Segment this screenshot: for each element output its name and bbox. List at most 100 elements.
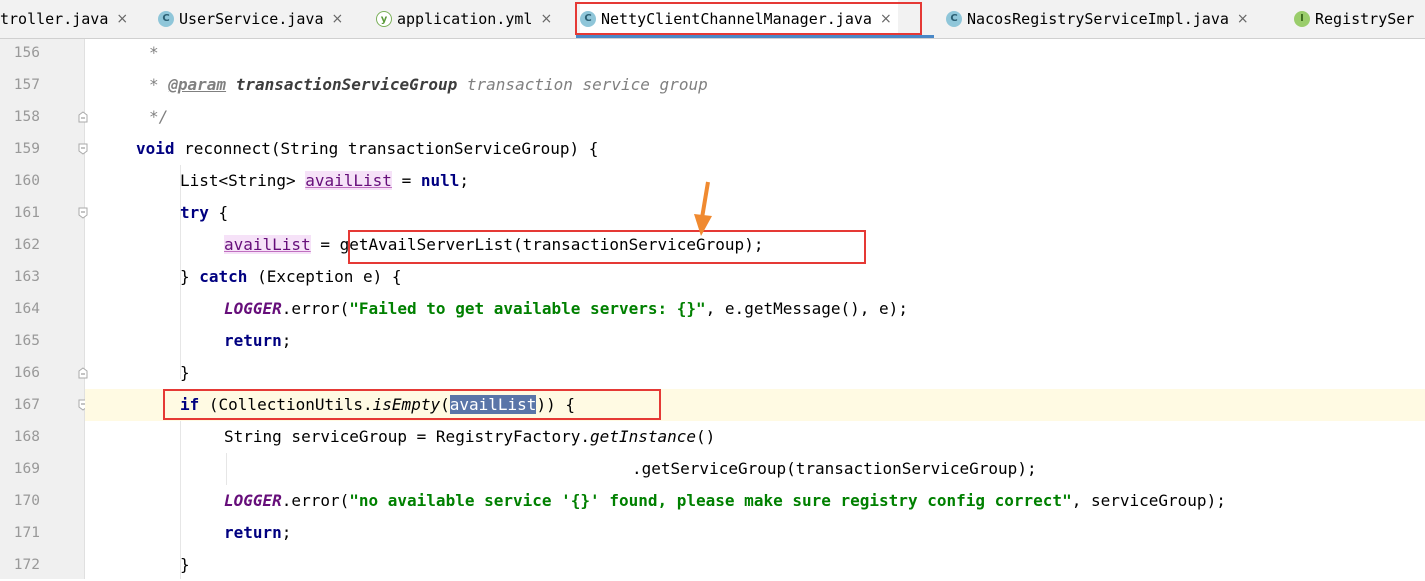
editor-tab-bar: troller.java × C UserService.java × y ap… [0,0,1425,39]
tab-label: NacosRegistryServiceImpl.java [967,10,1229,28]
tab-label: RegistrySer [1315,10,1415,28]
code-line-164[interactable]: LOGGER.error("Failed to get available se… [85,293,1425,325]
code-line-170[interactable]: LOGGER.error("no available service '{}' … [85,485,1425,517]
line-number: 170 [13,493,40,509]
code-text: , serviceGroup); [1071,491,1226,510]
tab-nettyclientchannelmanager-java[interactable]: C NettyClientChannelManager.java × [580,0,898,38]
tab-nacosregistryserviceimpl-java[interactable]: C NacosRegistryServiceImpl.java × [946,0,1249,38]
keyword: catch [199,267,248,286]
code-text: .error( [281,491,350,510]
keyword: if [180,395,200,414]
close-icon[interactable]: × [1237,11,1249,27]
line-number: 164 [13,301,40,317]
code-text: )) { [536,395,575,414]
code-line-167[interactable]: if (CollectionUtils.isEmpty(availList)) … [85,389,1425,421]
line-number: 163 [13,269,40,285]
code-text: ; [281,523,292,542]
line-number: 167 [13,397,40,413]
variable-availlist: availList [224,235,311,254]
code-text: () [696,427,716,446]
line-number: 166 [13,365,40,381]
static-method: getInstance [590,427,697,446]
code-line-157[interactable]: * @param transactionServiceGroup transac… [85,69,1425,101]
static-method: isEmpty [372,395,441,414]
code-line-156[interactable]: * [85,37,1425,69]
keyword: try [180,203,209,222]
keyword: null [420,171,460,190]
static-field: LOGGER [224,299,282,318]
tab-label: troller.java [0,10,109,28]
close-icon[interactable]: × [540,11,552,27]
code-text: = [310,235,340,254]
code-text: .getServiceGroup(transactionServiceGroup… [632,459,1037,478]
code-text: reconnect(String transactionServiceGroup… [174,139,599,158]
close-icon[interactable]: × [116,11,128,27]
line-number: 157 [13,77,40,93]
keyword: return [224,331,282,350]
javadoc-param-name: transactionServiceGroup [235,75,458,94]
static-field: LOGGER [224,491,282,510]
tab-application-yml[interactable]: y application.yml × [376,0,552,38]
line-number-gutter: 156 157 158 159 160 161 162 163 164 165 … [0,39,85,579]
code-text: } [180,555,190,574]
line-number: 172 [13,557,40,573]
code-text: = [391,171,421,190]
code-line-169[interactable]: .getServiceGroup(transactionServiceGroup… [85,453,1425,485]
code-text: ; [281,331,292,350]
code-text: } [180,363,190,382]
keyword: return [224,523,282,542]
class-icon: C [946,11,962,27]
close-icon[interactable]: × [880,11,892,27]
class-icon: C [580,11,596,27]
close-icon[interactable]: × [332,11,344,27]
code-line-166[interactable]: } [85,357,1425,389]
tab-label: NettyClientChannelManager.java [601,10,872,28]
line-number: 168 [13,429,40,445]
javadoc-tag: @param [168,75,227,94]
code-text: ; [459,171,470,190]
comment-text: * [149,43,159,62]
line-number: 159 [13,141,40,157]
line-number: 171 [13,525,40,541]
code-line-158[interactable]: */ [85,101,1425,133]
tab-registryservice[interactable]: I RegistrySer [1294,0,1414,38]
code-line-162[interactable]: availList = getAvailServerList(transacti… [85,229,1425,261]
code-text: , e.getMessage(), e); [705,299,908,318]
code-text: List<String> [180,171,306,190]
string-literal: "no available service '{}' found, please… [349,491,1072,510]
line-number: 165 [13,333,40,349]
comment-text: */ [149,107,169,126]
code-text: .error( [281,299,350,318]
comment-text: transaction service group [457,75,708,94]
keyword: void [136,139,175,158]
code-line-168[interactable]: String serviceGroup = RegistryFactory.ge… [85,421,1425,453]
code-line-165[interactable]: return; [85,325,1425,357]
comment-text: * [149,75,169,94]
code-line-163[interactable]: } catch (Exception e) { [85,261,1425,293]
line-number: 169 [13,461,40,477]
code-line-159[interactable]: void reconnect(String transactionService… [85,133,1425,165]
string-literal: "Failed to get available servers: {}" [349,299,706,318]
code-text: (Exception e) { [247,267,402,286]
yml-file-icon: y [376,11,392,27]
code-line-160[interactable]: List<String> availList = null; [85,165,1425,197]
class-icon: C [158,11,174,27]
code-line-172[interactable]: } [85,549,1425,581]
interface-icon: I [1294,11,1310,27]
variable-availlist: availList [305,171,392,190]
code-line-161[interactable]: try { [85,197,1425,229]
code-text: String serviceGroup = RegistryFactory. [224,427,591,446]
annotation-arrow-icon [694,181,712,236]
code-text: (CollectionUtils. [199,395,373,414]
code-text: ( [440,395,450,414]
tab-label: UserService.java [179,10,324,28]
code-text: } [180,267,200,286]
line-number: 162 [13,237,40,253]
code-line-171[interactable]: return; [85,517,1425,549]
tab-userservice-java[interactable]: C UserService.java × [158,0,343,38]
selected-text: availList [449,395,537,414]
line-number: 158 [13,109,40,125]
tab-label: application.yml [397,10,533,28]
line-number: 156 [13,45,40,61]
tab-controller-java[interactable]: troller.java × [0,0,128,38]
